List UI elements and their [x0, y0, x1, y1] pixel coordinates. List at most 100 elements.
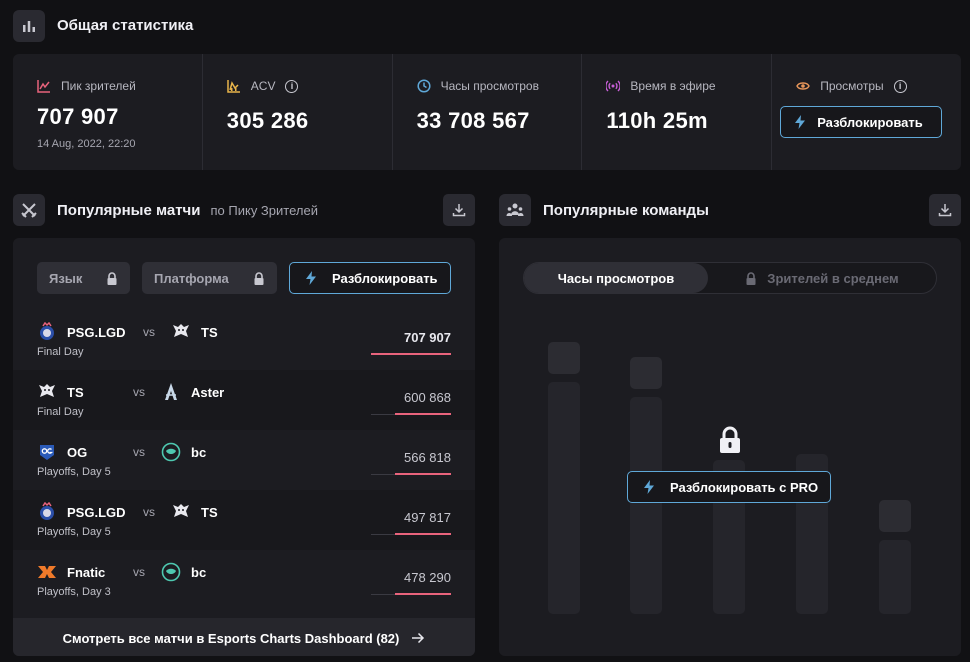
matches-subtitle: по Пику Зрителей — [210, 203, 318, 218]
general-stats-title: Общая статистика — [57, 17, 194, 34]
team-left: OG — [37, 442, 87, 462]
broadcast-icon — [606, 80, 621, 92]
matches-panel: Язык Платформа Разблокировать PSG.LGD vs… — [13, 238, 475, 656]
peak-value: 478 290 — [404, 570, 451, 585]
filter-language[interactable]: Язык — [37, 262, 130, 294]
table-row[interactable]: TS vs Aster Final Day 600 868 — [13, 370, 475, 430]
info-icon[interactable]: i — [893, 79, 907, 93]
stat-value: 110h 25m — [606, 108, 708, 133]
arrow-right-icon — [412, 632, 425, 644]
vs-label: vs — [133, 445, 145, 459]
stage-label: Playoffs, Day 3 — [37, 586, 111, 598]
team-name: TS — [67, 384, 84, 400]
stat-label: ACV — [250, 79, 276, 93]
teams-panel: Часы просмотров Зрителей в среднем Разбл… — [499, 238, 961, 656]
team-name: TS — [201, 504, 218, 520]
team-name: bc — [191, 444, 207, 460]
peak-value: 600 868 — [404, 390, 451, 405]
ts-logo-icon — [39, 384, 55, 397]
peak-value: 497 817 — [404, 510, 451, 525]
peak-value: 707 907 — [404, 330, 451, 345]
view-all-matches-link[interactable]: Смотреть все матчи в Esports Charts Dash… — [13, 618, 475, 656]
team-right: bc — [161, 562, 206, 582]
team-right: bc — [161, 442, 206, 462]
value-bar — [395, 413, 451, 415]
team-name: Aster — [191, 384, 225, 400]
stat-value: 305 286 — [226, 108, 309, 133]
stat-value: 707 907 — [37, 104, 119, 129]
matches-section-icon — [13, 194, 45, 226]
teams-metric-toggle: Часы просмотров Зрителей в среднем — [523, 262, 937, 294]
skeleton-bar — [548, 382, 580, 614]
stat-airtime: Время в эфире 110h 25m — [582, 54, 773, 170]
download-icon — [938, 204, 952, 217]
lock-icon — [107, 271, 117, 285]
stage-label: Playoffs, Day 5 — [37, 526, 111, 538]
team-left: TS — [37, 382, 84, 402]
stat-views: Просмотры i Разблокировать — [772, 54, 961, 170]
stat-timestamp: 14 Aug, 2022, 22:20 — [37, 138, 136, 150]
unlock-label: Разблокировать — [817, 114, 923, 130]
peak-chart-icon — [37, 80, 50, 93]
stat-label: Пик зрителей — [61, 79, 136, 93]
unlock-label: Разблокировать с PRO — [670, 479, 819, 495]
vs-label: vs — [143, 505, 155, 519]
stage-label: Final Day — [37, 346, 84, 358]
team-name: TS — [201, 324, 218, 340]
tab-watch-hours[interactable]: Часы просмотров — [524, 263, 708, 293]
stat-watch-hours: Часы просмотров 33 708 567 — [393, 54, 583, 170]
lock-icon — [720, 426, 740, 453]
vs-label: vs — [133, 385, 145, 399]
tab-label: Зрителей в среднем — [767, 270, 899, 286]
team-name: OG — [67, 444, 88, 460]
download-matches-button[interactable] — [443, 194, 475, 226]
table-row[interactable]: PSG.LGD vs TS Playoffs, Day 5 497 817 — [13, 490, 475, 550]
matches-title-wrap: Популярные матчи по Пику Зрителей — [57, 202, 318, 219]
value-bar — [395, 533, 451, 535]
team-name: PSG.LGD — [67, 504, 126, 520]
peak-value: 566 818 — [404, 450, 451, 465]
tab-average-viewers[interactable]: Зрителей в среднем — [708, 263, 936, 293]
skeleton-bar-cap — [548, 342, 580, 374]
filter-label: Язык — [49, 270, 83, 286]
unlock-filters-button[interactable]: Разблокировать — [289, 262, 451, 294]
stat-label: Время в эфире — [630, 79, 716, 93]
value-bar — [395, 473, 451, 475]
stat-acv: ACV i 305 286 — [203, 54, 393, 170]
team-name: bc — [191, 564, 207, 580]
unlock-label: Разблокировать — [332, 270, 438, 286]
beastcoast-logo-icon — [161, 562, 181, 582]
stat-label: Просмотры — [820, 79, 884, 93]
table-row[interactable]: OG vs bc Playoffs, Day 5 566 818 — [13, 430, 475, 490]
stats-section-icon — [13, 10, 45, 42]
skeleton-bar-cap — [879, 500, 911, 532]
skeleton-bar — [879, 540, 911, 614]
lightning-icon — [795, 115, 806, 129]
stat-label: Часы просмотров — [440, 79, 539, 93]
table-row[interactable]: PSG.LGD vs TS Final Day 707 907 — [13, 310, 475, 370]
psg-lgd-logo-icon — [40, 502, 54, 520]
og-logo-icon — [40, 445, 54, 460]
skeleton-bar-cap — [630, 357, 662, 389]
acv-chart-icon — [227, 80, 240, 93]
download-teams-button[interactable] — [929, 194, 961, 226]
teams-section-icon — [499, 194, 531, 226]
table-row[interactable]: Fnatic vs bc Playoffs, Day 3 478 290 — [13, 550, 475, 610]
lock-icon — [254, 271, 264, 285]
lock-icon — [746, 271, 756, 285]
unlock-pro-button[interactable]: Разблокировать с PRO — [627, 471, 831, 503]
value-bar — [395, 593, 451, 595]
team-left: PSG.LGD — [37, 322, 126, 342]
lightning-icon — [306, 271, 316, 285]
info-icon[interactable]: i — [285, 79, 299, 93]
download-icon — [452, 204, 466, 217]
team-right: TS — [171, 502, 218, 522]
value-bar — [371, 353, 451, 355]
stats-bar: Пик зрителей 707 907 14 Aug, 2022, 22:20… — [13, 54, 961, 170]
clock-icon — [417, 79, 431, 93]
teams-title: Популярные команды — [543, 202, 709, 219]
filter-platform[interactable]: Платформа — [142, 262, 277, 294]
ts-logo-icon — [173, 324, 189, 337]
unlock-views-button[interactable]: Разблокировать — [780, 106, 943, 138]
psg-lgd-logo-icon — [40, 322, 54, 340]
